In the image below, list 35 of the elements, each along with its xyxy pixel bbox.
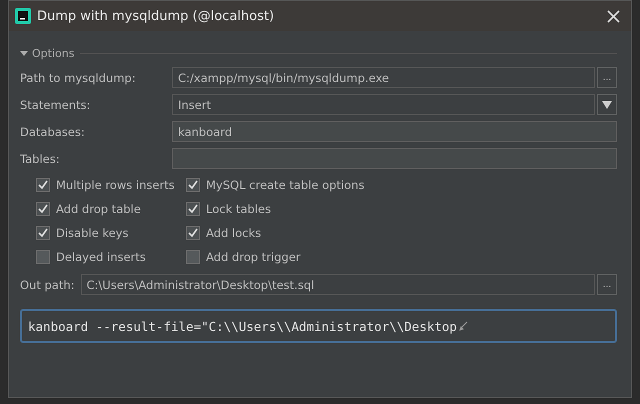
command-field[interactable]: kanboard --result-file="C:\\Users\\Administrator\\Desktop <box>20 309 617 343</box>
browse-button[interactable]: ... <box>597 274 617 295</box>
app-logo-icon <box>15 8 31 24</box>
path-field[interactable]: C:/xampp/mysql/bin/mysqldump.exe <box>172 67 595 88</box>
checkbox-label: Delayed inserts <box>56 250 146 264</box>
caret-icon <box>20 49 28 57</box>
checkbox[interactable] <box>36 202 50 216</box>
checkbox-label: Add drop table <box>56 202 141 216</box>
options-toggle[interactable]: Options <box>20 46 74 60</box>
dropdown-field[interactable]: Insert <box>172 94 595 115</box>
checkbox-label: Disable keys <box>56 226 128 240</box>
text-field[interactable]: kanboard <box>172 121 617 142</box>
checkbox[interactable] <box>186 226 200 240</box>
path-field[interactable]: C:\Users\Administrator\Desktop\test.sql <box>80 274 595 295</box>
field-label: Out path: <box>20 278 75 292</box>
checkbox-label: MySQL create table options <box>206 178 364 192</box>
checkbox-label: Lock tables <box>206 202 271 216</box>
wrap-icon <box>458 321 468 331</box>
command-text: kanboard --result-file="C:\\Users\\Administrator\\Desktop <box>28 318 457 334</box>
checkbox[interactable] <box>36 250 50 264</box>
checkbox-label: Multiple rows inserts <box>56 178 175 192</box>
field-label: Statements: <box>20 98 92 112</box>
checkbox-label: Add locks <box>206 226 262 240</box>
text-field[interactable] <box>172 148 617 169</box>
field-label: Tables: <box>20 152 61 166</box>
window-title: Dump with mysqldump (@localhost) <box>37 8 276 24</box>
browse-button[interactable]: ... <box>597 67 617 88</box>
checkbox[interactable] <box>36 226 50 240</box>
checkbox-label: Add drop trigger <box>206 250 301 264</box>
checkbox[interactable] <box>186 178 200 192</box>
checkbox[interactable] <box>36 178 50 192</box>
checkbox[interactable] <box>186 202 200 216</box>
checkbox[interactable] <box>186 250 200 264</box>
field-label: Databases: <box>20 124 86 138</box>
field-label: Path to mysqldump: <box>20 70 137 84</box>
